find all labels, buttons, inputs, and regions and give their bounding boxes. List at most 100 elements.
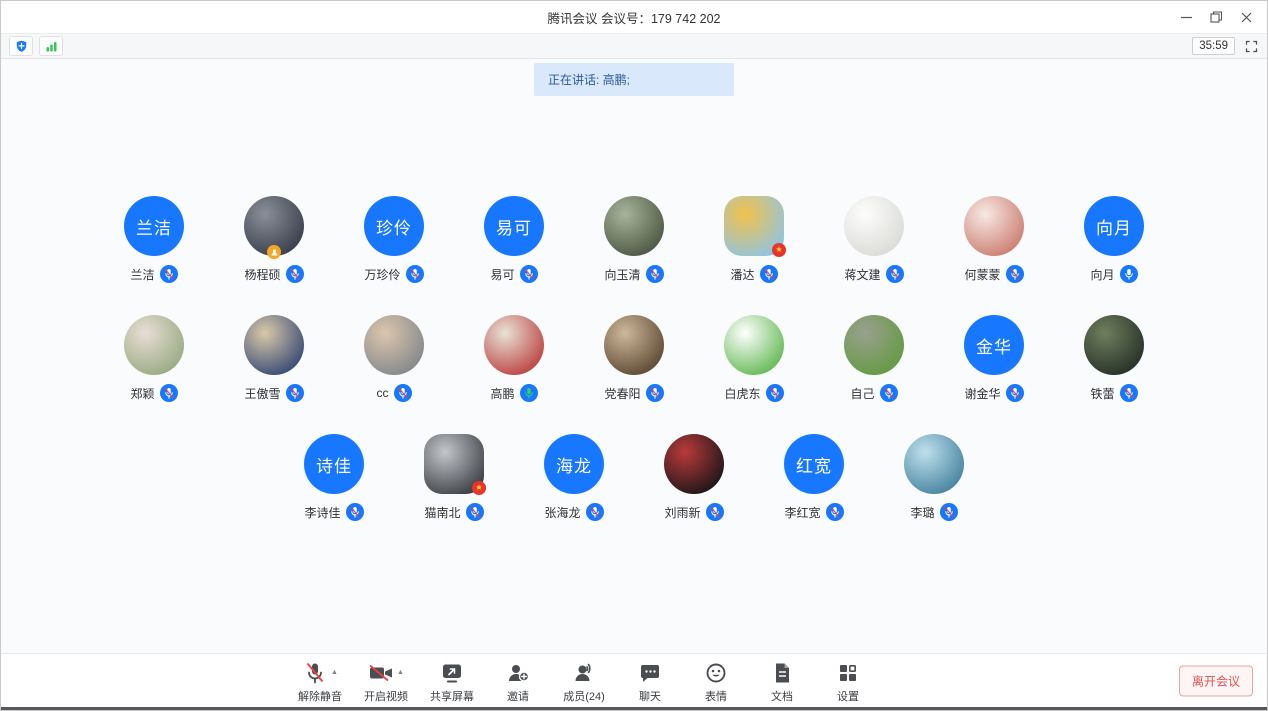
chevron-up-icon[interactable]: ▲: [397, 669, 404, 676]
participant-name: 党春阳: [604, 385, 640, 402]
toolbar-chat[interactable]: 聊天: [624, 658, 676, 704]
mic-on-icon[interactable]: [1120, 265, 1138, 283]
flag-badge-icon: ★: [472, 481, 486, 495]
mic-muted-icon[interactable]: [160, 384, 178, 402]
chat-icon: [637, 660, 663, 686]
participant-tile[interactable]: 刘雨新: [634, 434, 754, 521]
participant-name-row: 万珍伶: [364, 265, 423, 283]
participant-tile[interactable]: 红宽李红宽: [754, 434, 874, 521]
participant-tile[interactable]: 杨程硕: [214, 196, 334, 283]
mic-muted-icon[interactable]: [766, 384, 784, 402]
participant-tile[interactable]: 金华谢金华: [934, 315, 1054, 402]
participant-tile[interactable]: 向玉清: [574, 196, 694, 283]
participant-name-row: 党春阳: [604, 384, 663, 402]
participant-tile[interactable]: 向月向月: [1054, 196, 1174, 283]
participant-name-row: 何蒙蒙: [964, 265, 1023, 283]
mic-muted-icon[interactable]: [646, 384, 664, 402]
participant-avatar: [364, 315, 424, 375]
close-button[interactable]: [1231, 3, 1261, 31]
mic-muted-icon[interactable]: [466, 503, 484, 521]
mic-muted-icon[interactable]: [406, 265, 424, 283]
participant-tile[interactable]: 蒋文建: [814, 196, 934, 283]
participant-name-row: 铁蕾: [1090, 384, 1137, 402]
toolbar-members[interactable]: 成员(24): [558, 658, 610, 704]
toolbar-item-label: 设置: [837, 688, 859, 704]
mic-muted-icon[interactable]: [1006, 384, 1024, 402]
participant-tile[interactable]: 珍伶万珍伶: [334, 196, 454, 283]
members-icon: [571, 660, 597, 686]
mic-muted-icon[interactable]: [706, 503, 724, 521]
participant-avatar: 金华: [964, 315, 1024, 375]
participant-tile[interactable]: 何蒙蒙: [934, 196, 1054, 283]
minimize-button[interactable]: [1171, 3, 1201, 31]
participant-tile[interactable]: 王傲雪: [214, 315, 334, 402]
leave-meeting-button[interactable]: 离开会议: [1179, 665, 1253, 696]
mic-muted-icon: [302, 660, 328, 686]
participant-tile[interactable]: 李璐: [874, 434, 994, 521]
host-badge-icon: [267, 245, 281, 259]
mic-muted-icon[interactable]: [520, 265, 538, 283]
participant-tile[interactable]: ★潘达: [694, 196, 814, 283]
participant-tile[interactable]: cc: [334, 315, 454, 402]
toolbar-mic-muted[interactable]: ▲解除静音: [294, 658, 346, 704]
participant-avatar: 兰洁: [124, 196, 184, 256]
participant-avatar: [844, 315, 904, 375]
participant-tile[interactable]: 诗佳李诗佳: [274, 434, 394, 521]
mic-muted-icon[interactable]: [160, 265, 178, 283]
document-icon: [769, 660, 795, 686]
mic-speaking-icon[interactable]: [520, 384, 538, 402]
participant-tile[interactable]: 易可易可: [454, 196, 574, 283]
participant-tile[interactable]: 白虎东: [694, 315, 814, 402]
participant-name: 铁蕾: [1090, 385, 1114, 402]
participant-name-row: 李璐: [910, 503, 957, 521]
mic-muted-icon[interactable]: [394, 384, 412, 402]
toolbar-settings[interactable]: 设置: [822, 658, 874, 704]
toolbar-document[interactable]: 文档: [756, 658, 808, 704]
mic-muted-icon[interactable]: [286, 384, 304, 402]
participant-tile[interactable]: 兰洁兰洁: [94, 196, 214, 283]
participant-name-row: 杨程硕: [244, 265, 303, 283]
mic-muted-icon[interactable]: [880, 384, 898, 402]
chevron-up-icon[interactable]: ▲: [331, 669, 338, 676]
network-quality-button[interactable]: [39, 36, 63, 56]
restore-button[interactable]: [1201, 3, 1231, 31]
participant-name: 杨程硕: [244, 266, 280, 283]
toolbar-item-label: 表情: [705, 688, 727, 704]
toolbar-item-label: 邀请: [507, 688, 529, 704]
participant-avatar: 易可: [484, 196, 544, 256]
participant-name: 何蒙蒙: [964, 266, 1000, 283]
toolbar-share-screen[interactable]: 共享屏幕: [426, 658, 478, 704]
toolbar-invite[interactable]: 邀请: [492, 658, 544, 704]
participant-tile[interactable]: ★猫南北: [394, 434, 514, 521]
participant-tile[interactable]: 党春阳: [574, 315, 694, 402]
mic-muted-icon[interactable]: [346, 503, 364, 521]
toolbar-items: ▲解除静音 ▲ 开启视频 共享屏幕 邀请 成员(24) 聊天 表情 文档: [294, 658, 874, 704]
mic-muted-icon[interactable]: [826, 503, 844, 521]
mic-muted-icon[interactable]: [1120, 384, 1138, 402]
mic-muted-icon[interactable]: [886, 265, 904, 283]
participant-tile[interactable]: 海龙张海龙: [514, 434, 634, 521]
participant-tile[interactable]: 自己: [814, 315, 934, 402]
toolbar-camera-off[interactable]: ▲ 开启视频: [360, 658, 412, 704]
participant-tile[interactable]: 高鹏: [454, 315, 574, 402]
participant-tile[interactable]: 郑颖: [94, 315, 214, 402]
mic-muted-icon[interactable]: [286, 265, 304, 283]
mic-muted-icon[interactable]: [940, 503, 958, 521]
window-title: 腾讯会议 会议号：179 742 202: [548, 8, 721, 27]
mic-muted-icon[interactable]: [646, 265, 664, 283]
participant-name-row: 兰洁: [130, 265, 177, 283]
meeting-security-button[interactable]: [9, 36, 33, 56]
participant-tile[interactable]: 铁蕾: [1054, 315, 1174, 402]
participant-avatar: [724, 315, 784, 375]
participant-row: 郑颖 王傲雪 cc 高鹏 党春阳 白虎东 自己 金华谢金华: [1, 315, 1267, 402]
mic-muted-icon[interactable]: [586, 503, 604, 521]
participant-name: 万珍伶: [364, 266, 400, 283]
fullscreen-button[interactable]: [1243, 38, 1259, 54]
participant-avatar: 珍伶: [364, 196, 424, 256]
participant-name: 王傲雪: [244, 385, 280, 402]
toolbar-item-label: 开启视频: [364, 688, 408, 704]
toolbar-emoji[interactable]: 表情: [690, 658, 742, 704]
statusbar: 35:59: [1, 33, 1267, 59]
mic-muted-icon[interactable]: [760, 265, 778, 283]
mic-muted-icon[interactable]: [1006, 265, 1024, 283]
